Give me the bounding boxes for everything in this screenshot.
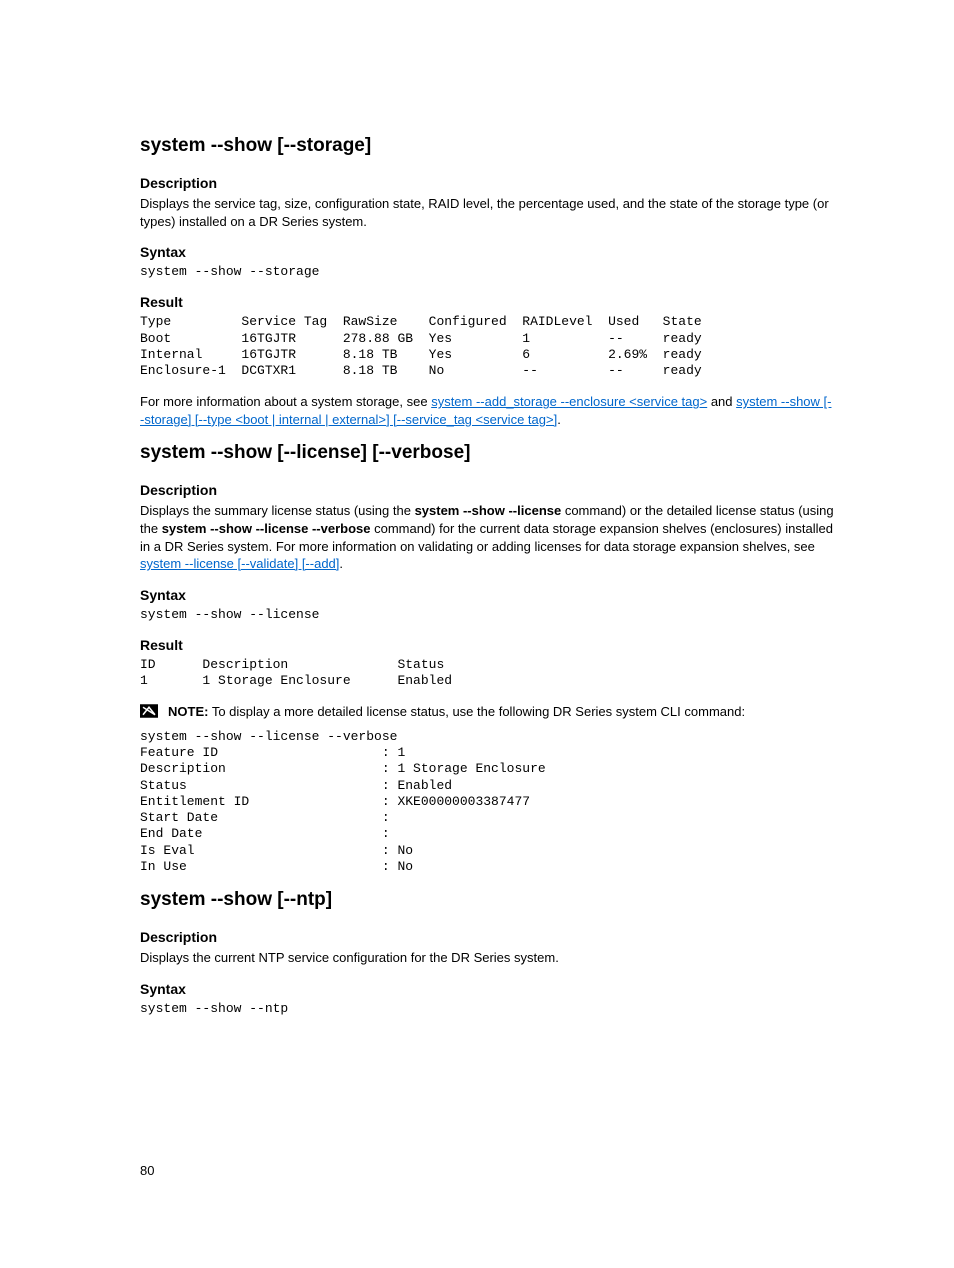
desc-text: Displays the summary license status (usi… <box>140 503 415 518</box>
result-heading: Result <box>140 637 834 653</box>
syntax-code: system --show --ntp <box>140 1001 834 1017</box>
link-system-license[interactable]: system --license [--validate] [--add] <box>140 556 339 571</box>
description-body: Displays the current NTP service configu… <box>140 949 834 967</box>
note-label: NOTE: <box>168 704 208 719</box>
note-body: To display a more detailed license statu… <box>208 704 745 719</box>
description-heading: Description <box>140 482 834 498</box>
section-heading-storage: system --show [--storage] <box>140 135 834 157</box>
note-row: NOTE: To display a more detailed license… <box>140 703 834 721</box>
note-text: NOTE: To display a more detailed license… <box>168 703 745 721</box>
result-code: ID Description Status 1 1 Storage Enclos… <box>140 657 834 690</box>
verbose-code: system --show --license --verbose Featur… <box>140 729 834 875</box>
more-info-paragraph: For more information about a system stor… <box>140 393 834 428</box>
more-info-end: . <box>557 412 561 427</box>
desc-bold-cmd2: system --show --license --verbose <box>162 521 371 536</box>
result-heading: Result <box>140 294 834 310</box>
section-heading-ntp: system --show [--ntp] <box>140 889 834 911</box>
section-heading-license: system --show [--license] [--verbose] <box>140 442 834 464</box>
desc-bold-cmd1: system --show --license <box>415 503 562 518</box>
syntax-code: system --show --storage <box>140 264 834 280</box>
more-info-text: For more information about a system stor… <box>140 394 431 409</box>
page: system --show [--storage] Description Di… <box>0 0 954 1268</box>
description-body: Displays the service tag, size, configur… <box>140 195 834 230</box>
syntax-code: system --show --license <box>140 607 834 623</box>
syntax-heading: Syntax <box>140 587 834 603</box>
result-code: Type Service Tag RawSize Configured RAID… <box>140 314 834 379</box>
more-info-mid: and <box>707 394 736 409</box>
description-heading: Description <box>140 929 834 945</box>
note-icon <box>140 704 158 718</box>
syntax-heading: Syntax <box>140 981 834 997</box>
desc-end: . <box>339 556 343 571</box>
syntax-heading: Syntax <box>140 244 834 260</box>
link-add-storage[interactable]: system --add_storage --enclosure <servic… <box>431 394 707 409</box>
page-number: 80 <box>140 1163 154 1178</box>
description-body: Displays the summary license status (usi… <box>140 502 834 572</box>
description-heading: Description <box>140 175 834 191</box>
